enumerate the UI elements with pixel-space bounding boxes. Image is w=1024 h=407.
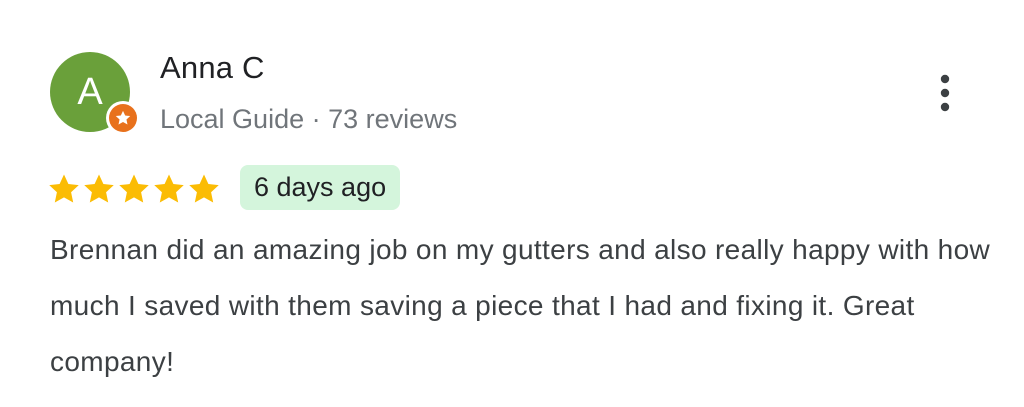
- local-guide-badge: [106, 101, 140, 135]
- star-rating: [47, 170, 221, 208]
- more-options-button[interactable]: [922, 68, 968, 118]
- star-icon: [154, 174, 184, 203]
- avatar-initial: A: [77, 70, 103, 113]
- review-count: 73 reviews: [328, 104, 458, 134]
- author-meta: Local Guide · 73 reviews: [160, 104, 457, 135]
- meta-separator: ·: [311, 104, 321, 134]
- more-vertical-icon: [940, 74, 950, 112]
- author-name[interactable]: Anna C: [160, 50, 265, 86]
- review-card: A Anna C Local Guide · 73 reviews 6 days…: [0, 0, 1024, 407]
- star-icon: [189, 174, 219, 203]
- star-icon: [49, 174, 79, 203]
- local-guide-label: Local Guide: [160, 104, 305, 134]
- review-text: Brennan did an amazing job on my gutters…: [50, 234, 991, 377]
- local-guide-star-icon: [109, 104, 137, 132]
- star-icon: [84, 174, 114, 203]
- review-date-badge: 6 days ago: [240, 165, 401, 210]
- star-icon: [119, 174, 149, 203]
